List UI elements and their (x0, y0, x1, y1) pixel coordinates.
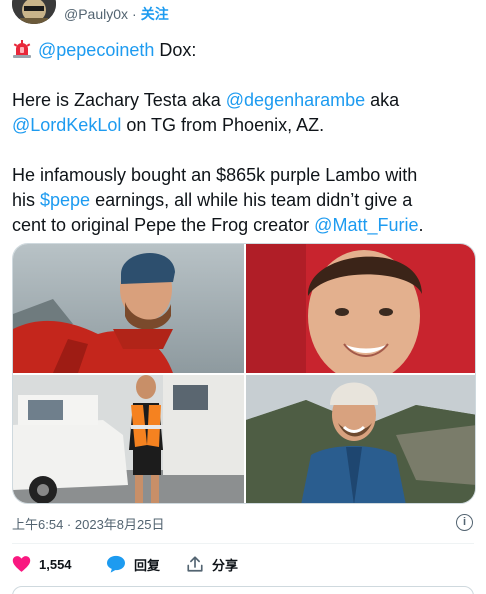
tweet-text: @pepecoineth Dox: Here is Zachary Testa … (12, 38, 480, 238)
tweet-text-segment: cent to original Pepe the Frog creator (12, 215, 315, 235)
cashtag-pepe[interactable]: $pepe (40, 190, 90, 210)
tweet-text-segment: his (12, 190, 41, 210)
like-button[interactable]: 1,554 (12, 553, 72, 575)
siren-icon (13, 40, 31, 58)
photo-man-red-jacket (13, 244, 244, 373)
avatar[interactable] (12, 0, 56, 24)
mention-pepecoineth[interactable]: @pepecoineth (38, 40, 154, 60)
photo-3[interactable] (13, 375, 244, 503)
separator-dot: · (132, 6, 137, 22)
tweet-text-segment: earnings, all while his team didn’t give… (90, 190, 413, 210)
heart-icon (12, 556, 31, 572)
tweet-text-segment: on TG from Phoenix, AZ. (121, 115, 325, 135)
mention-matt-furie[interactable]: @Matt_Furie (314, 215, 418, 235)
tweet-date: 2023年8月25日 (74, 517, 165, 532)
reply-label: 回复 (134, 557, 161, 573)
follow-button[interactable]: 关注 (141, 6, 169, 22)
tweet-line-5: his $pepe earnings, all while his team d… (12, 188, 480, 213)
tweet-line-4: He infamously bought an $865k purple Lam… (12, 165, 418, 185)
reply-button[interactable]: 回复 (106, 553, 160, 575)
mention-degenharambe[interactable]: @degenharambe (226, 90, 365, 110)
divider (12, 543, 474, 544)
author-row: @Pauly0x · 关注 (64, 4, 169, 24)
tweet-line-1: @pepecoineth Dox: (12, 38, 480, 63)
separator-dot: · (63, 517, 75, 532)
tweet-header: @Pauly0x · 关注 (0, 0, 486, 26)
info-icon[interactable]: i (456, 514, 473, 531)
tweet-line-6: cent to original Pepe the Frog creator @… (12, 213, 480, 238)
tweet-line-3: @LordKekLol on TG from Phoenix, AZ. (12, 113, 480, 138)
tweet-line-2: Here is Zachary Testa aka @degenharambe … (12, 88, 480, 113)
tweet-text-segment: . (418, 215, 424, 235)
avatar-image (12, 0, 56, 24)
reply-bubble-icon (107, 555, 125, 573)
tweet-text-segment: aka (365, 90, 400, 110)
photo-man-safety-vest-truck (13, 375, 244, 503)
photo-1[interactable] (13, 244, 244, 373)
tweet-time: 上午6:54 (12, 517, 64, 532)
like-count: 1,554 (39, 556, 72, 572)
tweet-timestamp[interactable]: 上午6:54 · 2023年8月25日 (12, 514, 165, 533)
tweet-text-segment: Here is Zachary Testa aka (12, 90, 226, 110)
photo-man-beanie-mountains (246, 375, 475, 503)
share-icon (187, 556, 203, 572)
media-grid (12, 243, 476, 504)
reply-box[interactable] (12, 586, 474, 594)
share-button[interactable]: 分享 (186, 553, 238, 575)
tweet-text-segment: Dox: (154, 40, 197, 60)
photo-4[interactable] (246, 375, 475, 503)
photo-young-man-red-background (246, 244, 475, 373)
photo-2[interactable] (246, 244, 475, 373)
share-label: 分享 (212, 557, 239, 573)
mention-lordkeklol[interactable]: @LordKekLol (12, 115, 121, 135)
author-handle[interactable]: @Pauly0x (64, 6, 128, 22)
